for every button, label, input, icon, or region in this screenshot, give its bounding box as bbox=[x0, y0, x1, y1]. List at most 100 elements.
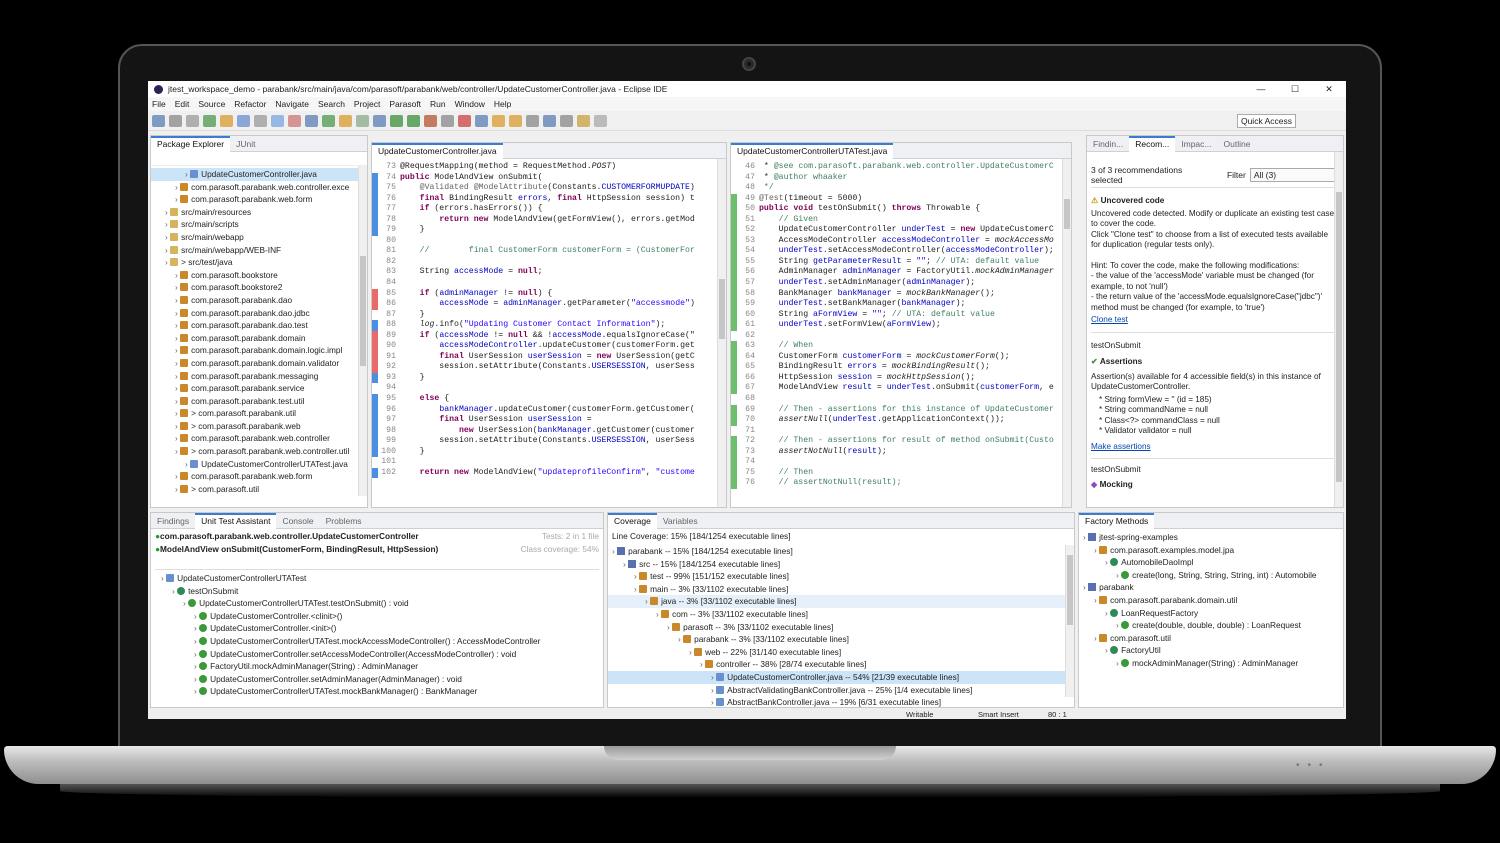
menu-edit[interactable]: Edit bbox=[175, 99, 190, 109]
coverage-row[interactable]: › web -- 22% [31/140 executable lines] bbox=[608, 646, 1074, 659]
toolbar-icon-21[interactable] bbox=[509, 114, 522, 127]
package-row[interactable]: › com.parasoft.bookstore bbox=[151, 269, 367, 282]
menu-navigate[interactable]: Navigate bbox=[275, 99, 309, 109]
toolbar-icon-11[interactable] bbox=[339, 114, 352, 127]
package-row[interactable]: › com.parasoft.parabank.dao bbox=[151, 294, 367, 307]
tab-problems[interactable]: Problems bbox=[320, 513, 368, 529]
toolbar-icon-10[interactable] bbox=[322, 114, 335, 127]
factory-row[interactable]: › LoanRequestFactory bbox=[1079, 607, 1343, 620]
package-row[interactable]: › > com.parasoft.parabank.web bbox=[151, 420, 367, 433]
menu-refactor[interactable]: Refactor bbox=[234, 99, 266, 109]
tab-unit-test-assistant[interactable]: Unit Test Assistant bbox=[195, 513, 277, 529]
package-row[interactable]: › src/main/webapp/WEB-INF bbox=[151, 244, 367, 257]
quick-access-field[interactable]: Quick Access bbox=[1236, 113, 1296, 128]
tab-findings-bottom[interactable]: Findings bbox=[151, 513, 195, 529]
coverage-row[interactable]: › controller -- 38% [28/74 executable li… bbox=[608, 658, 1074, 671]
menu-source[interactable]: Source bbox=[198, 99, 225, 109]
package-row[interactable]: › com.parasoft.parabank.domain.validator bbox=[151, 357, 367, 370]
code-area-test[interactable]: 46 * @see com.parasoft.parabank.web.cont… bbox=[731, 159, 1071, 489]
coverage-scrollbar[interactable] bbox=[1065, 545, 1074, 697]
coverage-row[interactable]: › AbstractBankController.java -- 19% [6/… bbox=[608, 696, 1074, 707]
factory-row[interactable]: › AutomobileDaoImpl bbox=[1079, 556, 1343, 569]
factory-row[interactable]: › FactoryUtil bbox=[1079, 644, 1343, 657]
toolbar-icon-9[interactable] bbox=[305, 114, 318, 127]
package-row[interactable]: › com.parasoft.parabank.dao.test bbox=[151, 319, 367, 332]
editor-controller-scrollbar[interactable] bbox=[717, 159, 726, 507]
recommendations-scrollbar[interactable] bbox=[1334, 152, 1343, 507]
toolbar-icon-3[interactable] bbox=[203, 114, 216, 127]
tab-package-explorer[interactable]: Package Explorer bbox=[151, 136, 231, 152]
toolbar-icon-13[interactable] bbox=[373, 114, 386, 127]
toolbar-icon-24[interactable] bbox=[560, 114, 573, 127]
uta-row[interactable]: › UpdateCustomerController.<clinit>() bbox=[151, 610, 603, 623]
editor-test-scrollbar[interactable] bbox=[1062, 159, 1071, 507]
package-row[interactable]: › com.parasoft.parabank.service bbox=[151, 382, 367, 395]
menu-window[interactable]: Window bbox=[455, 99, 485, 109]
coverage-row[interactable]: › com -- 3% [33/1102 executable lines] bbox=[608, 608, 1074, 621]
toolbar-icon-6[interactable] bbox=[254, 114, 267, 127]
toolbar-icon-19[interactable] bbox=[475, 114, 488, 127]
package-row[interactable]: › com.parasoft.parabank.web.controller.e… bbox=[151, 181, 367, 194]
coverage-row[interactable]: › test -- 99% [151/152 executable lines] bbox=[608, 570, 1074, 583]
code-area-controller[interactable]: 73 @RequestMapping(method = RequestMethod… bbox=[372, 159, 726, 479]
package-row[interactable]: › > com.parasoft.parabank.web.controller… bbox=[151, 445, 367, 458]
toolbar-icon-0[interactable] bbox=[152, 114, 165, 127]
package-row[interactable]: › com.parasoft.parabank.messaging bbox=[151, 370, 367, 383]
menu-help[interactable]: Help bbox=[494, 99, 511, 109]
toolbar-icon-17[interactable] bbox=[441, 114, 454, 127]
toolbar-icon-14[interactable] bbox=[390, 114, 403, 127]
tab-coverage[interactable]: Coverage bbox=[608, 513, 657, 529]
factory-row[interactable]: › create(long, String, String, String, i… bbox=[1079, 569, 1343, 582]
uta-row[interactable]: › UpdateCustomerController.setAccessMode… bbox=[151, 648, 603, 661]
toolbar-icon-1[interactable] bbox=[169, 114, 182, 127]
clone-test-link[interactable]: Clone test bbox=[1091, 315, 1337, 326]
toolbar-icon-5[interactable] bbox=[237, 114, 250, 127]
minimize-button[interactable]: — bbox=[1244, 84, 1278, 95]
coverage-row[interactable]: › parabank -- 15% [184/1254 executable l… bbox=[608, 545, 1074, 558]
tab-findings[interactable]: Findin... bbox=[1087, 136, 1129, 152]
toolbar-icon-23[interactable] bbox=[543, 114, 556, 127]
factory-row[interactable]: › jtest-spring-examples bbox=[1079, 531, 1343, 544]
tab-update-customer-controller-uta-test[interactable]: UpdateCustomerControllerUTATest.java bbox=[731, 143, 894, 159]
tab-recommendations[interactable]: Recom... bbox=[1129, 136, 1176, 152]
coverage-row[interactable]: › main -- 3% [33/1102 executable lines] bbox=[608, 583, 1074, 596]
coverage-row[interactable]: › java -- 3% [33/1102 executable lines] bbox=[608, 595, 1074, 608]
maximize-button[interactable]: ☐ bbox=[1278, 84, 1312, 95]
coverage-row[interactable]: › parabank -- 3% [33/1102 executable lin… bbox=[608, 633, 1074, 646]
toolbar-icon-2[interactable] bbox=[186, 114, 199, 127]
make-assertions-link[interactable]: Make assertions bbox=[1091, 442, 1337, 453]
package-row[interactable]: › com.parasoft.parabank.test.util bbox=[151, 395, 367, 408]
menu-search[interactable]: Search bbox=[318, 99, 345, 109]
package-row[interactable]: › src/main/scripts bbox=[151, 218, 367, 231]
toolbar-icon-20[interactable] bbox=[492, 114, 505, 127]
toolbar-icon-26[interactable] bbox=[594, 114, 607, 127]
package-row[interactable]: › com.parasoft.parabank.web.controller bbox=[151, 432, 367, 445]
package-row[interactable]: › src/main/resources bbox=[151, 206, 367, 219]
package-row[interactable]: › com.parasoft.parabank.dao.jdbc bbox=[151, 307, 367, 320]
coverage-row[interactable]: › AbstractValidatingBankController.java … bbox=[608, 684, 1074, 697]
tab-outline[interactable]: Outline bbox=[1218, 136, 1257, 152]
tab-impacted[interactable]: Impac... bbox=[1175, 136, 1217, 152]
tab-junit[interactable]: JUnit bbox=[230, 136, 261, 152]
menu-file[interactable]: File bbox=[152, 99, 166, 109]
package-row[interactable]: › > com.parasoft.parabank.util bbox=[151, 407, 367, 420]
toolbar-icon-16[interactable] bbox=[424, 114, 437, 127]
tab-factory-methods[interactable]: Factory Methods bbox=[1079, 513, 1155, 529]
uta-row[interactable]: › testOnSubmit bbox=[151, 585, 603, 598]
uta-row[interactable]: › FactoryUtil.mockAdminManager(String) :… bbox=[151, 660, 603, 673]
package-row[interactable]: › UpdateCustomerController.java bbox=[151, 168, 367, 181]
factory-row[interactable]: › com.parasoft.examples.model.jpa bbox=[1079, 544, 1343, 557]
coverage-row[interactable]: › parasoft -- 3% [33/1102 executable lin… bbox=[608, 621, 1074, 634]
uta-row[interactable]: › UpdateCustomerControllerUTATest bbox=[151, 572, 603, 585]
factory-row[interactable]: › mockAdminManager(String) : AdminManage… bbox=[1079, 657, 1343, 670]
menu-run[interactable]: Run bbox=[430, 99, 446, 109]
uta-row[interactable]: › UpdateCustomerControllerUTATest.testOn… bbox=[151, 597, 603, 610]
menu-project[interactable]: Project bbox=[354, 99, 380, 109]
toolbar-icon-8[interactable] bbox=[288, 114, 301, 127]
package-row[interactable]: › > com.parasoft.util bbox=[151, 483, 367, 496]
filter-select[interactable]: All (3) bbox=[1249, 168, 1337, 182]
package-row[interactable]: › com.parasoft.parabank.domain.logic.imp… bbox=[151, 344, 367, 357]
tab-update-customer-controller[interactable]: UpdateCustomerController.java bbox=[372, 143, 503, 159]
package-row[interactable]: › com.parasoft.parabank.domain bbox=[151, 332, 367, 345]
factory-row[interactable]: › create(double, double, double) : LoanR… bbox=[1079, 619, 1343, 632]
